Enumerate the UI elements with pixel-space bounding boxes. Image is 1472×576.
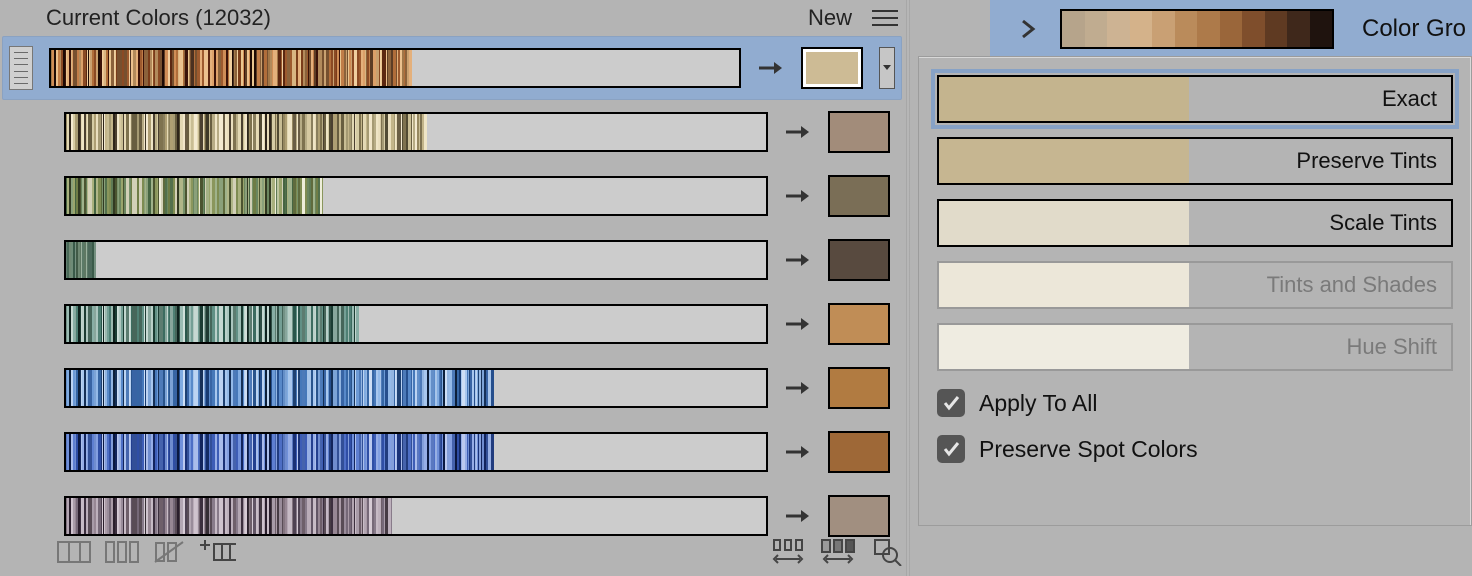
panel-divider[interactable] [906,0,910,576]
color-row-spectrum[interactable] [64,368,768,408]
option-swatch [939,325,1189,369]
option-swatch [939,263,1189,307]
color-row-spectrum[interactable] [64,304,768,344]
color-row[interactable] [46,420,896,484]
target-color-swatch[interactable] [828,303,890,345]
color-row[interactable] [46,356,896,420]
arrow-right-icon [784,124,812,140]
target-color-swatch[interactable] [828,431,890,473]
color-group-swatch-strip [1060,9,1334,49]
color-row-spectrum[interactable] [49,48,741,88]
recolor-option[interactable]: Exact [937,75,1453,123]
color-row[interactable] [46,228,896,292]
option-label: Preserve Tints [1189,148,1451,174]
color-group-panel: Color Gro [990,0,1472,62]
target-color-swatch[interactable] [828,495,890,537]
preserve-spot-checkbox[interactable] [937,435,965,463]
find-color-icon[interactable] [870,538,906,566]
panel-title: Current Colors (12032) [46,5,271,31]
current-colors-panel: Current Colors (12032) New [0,0,906,576]
color-row[interactable] [46,100,896,164]
add-column-icon[interactable] [200,538,236,566]
color-row[interactable] [46,164,896,228]
color-row[interactable] [46,292,896,356]
row-grip-handle[interactable] [9,46,33,90]
option-swatch [939,139,1189,183]
columns-solid-icon[interactable] [56,538,92,566]
arrow-right-icon [784,252,812,268]
distribute-icon[interactable] [770,538,806,566]
color-row-spectrum[interactable] [64,496,768,536]
panel-menu-icon[interactable] [872,9,898,27]
recolor-option: Hue Shift [937,323,1453,371]
chevron-right-icon[interactable] [1020,19,1040,39]
target-color-swatch[interactable] [828,175,890,217]
color-group-row[interactable]: Color Gro [990,0,1472,58]
color-row-spectrum[interactable] [64,432,768,472]
apply-to-all-checkbox[interactable] [937,389,965,417]
target-color-swatch[interactable] [828,111,890,153]
arrow-right-icon [784,316,812,332]
columns-outline-icon[interactable] [104,538,140,566]
option-label: Tints and Shades [1189,272,1451,298]
color-row-spectrum[interactable] [64,240,768,280]
target-color-swatch[interactable] [828,367,890,409]
arrow-right-icon [757,60,785,76]
option-label: Scale Tints [1189,210,1451,236]
recolor-option[interactable]: Preserve Tints [937,137,1453,185]
recolor-options-popup: Exact Preserve Tints Scale Tints Tints and … [918,56,1472,526]
recolor-option[interactable]: Scale Tints [937,199,1453,247]
panel-header: Current Colors (12032) New [0,0,906,36]
swap-columns-icon[interactable] [820,538,856,566]
bottom-toolbar-left [56,532,236,572]
color-group-label: Color Gro [1362,15,1466,43]
color-row-spectrum[interactable] [64,112,768,152]
target-color-swatch[interactable] [801,47,863,89]
new-column-header: New [808,5,852,31]
target-color-swatch[interactable] [828,239,890,281]
option-label: Exact [1189,86,1451,112]
option-swatch [939,77,1189,121]
preserve-spot-label: Preserve Spot Colors [979,436,1198,463]
recolor-option: Tints and Shades [937,261,1453,309]
arrow-right-icon [784,188,812,204]
arrow-right-icon [784,380,812,396]
option-label: Hue Shift [1189,334,1451,360]
color-row-spectrum[interactable] [64,176,768,216]
swatch-dropdown[interactable] [879,47,895,89]
option-swatch [939,201,1189,245]
arrow-right-icon [784,444,812,460]
color-row[interactable] [2,36,902,100]
no-columns-icon[interactable] [152,538,188,566]
bottom-toolbar-right [770,532,906,572]
arrow-right-icon [784,508,812,524]
apply-to-all-label: Apply To All [979,390,1097,417]
